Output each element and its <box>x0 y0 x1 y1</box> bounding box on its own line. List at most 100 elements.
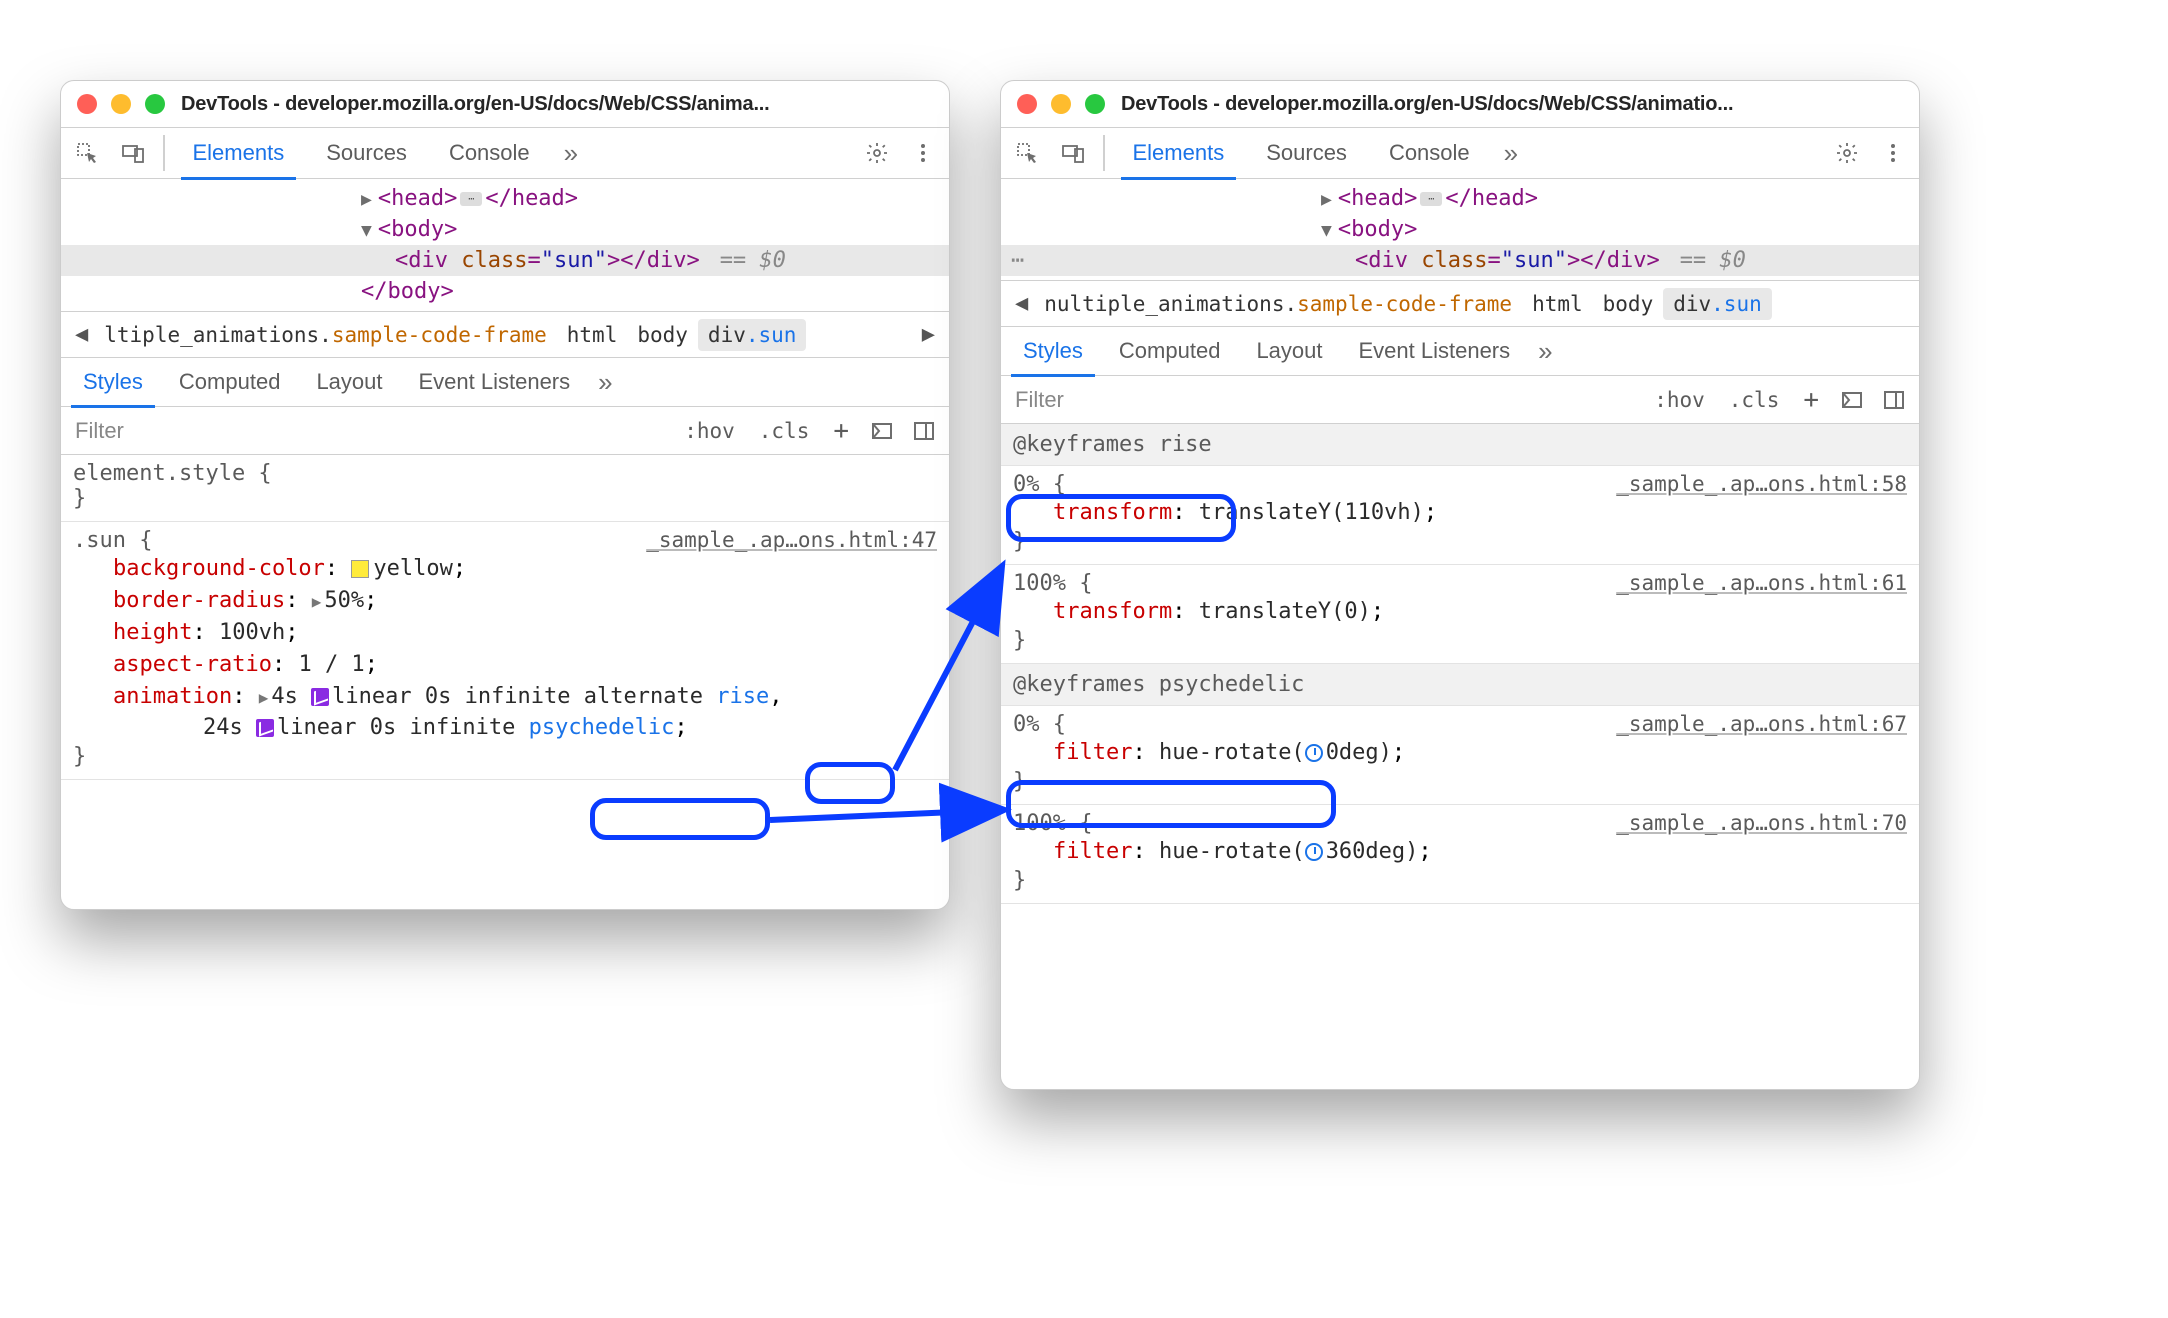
easing-swatch-icon[interactable] <box>311 688 329 706</box>
source-link[interactable]: _sample_.ap…ons.html:47 <box>646 528 937 553</box>
source-link[interactable]: _sample_.ap…ons.html:70 <box>1616 811 1907 836</box>
tab-elements[interactable]: Elements <box>175 128 303 178</box>
breadcrumb: ◀ ltiple_animations.sample-code-frame ht… <box>61 311 949 357</box>
subtab-layout[interactable]: Layout <box>1238 327 1340 375</box>
tabs-overflow-icon[interactable]: » <box>1494 138 1528 169</box>
kf-psy-0[interactable]: 0% {_sample_.ap…ons.html:67 filter: hue-… <box>1001 706 1919 805</box>
easing-swatch-icon[interactable] <box>256 719 274 737</box>
dom-body-open[interactable]: ▼<body> <box>1001 214 1919 245</box>
breadcrumb-prev-icon[interactable]: ◀ <box>1009 291 1034 316</box>
decl-animation[interactable]: animation: ▶4s linear 0s infinite altern… <box>73 681 937 713</box>
subtab-computed[interactable]: Computed <box>1101 327 1239 375</box>
breadcrumb-next-icon[interactable]: ▶ <box>916 322 941 347</box>
kf-psy-100[interactable]: 100% {_sample_.ap…ons.html:70 filter: hu… <box>1001 805 1919 904</box>
breadcrumb-iframe[interactable]: nultiple_animations.sample-code-frame <box>1034 288 1522 320</box>
breadcrumb-div[interactable]: div.sun <box>1663 288 1772 320</box>
inspect-element-icon[interactable] <box>67 133 107 173</box>
subtab-styles[interactable]: Styles <box>1005 327 1101 375</box>
decl-height[interactable]: height: 100vh; <box>73 617 937 649</box>
subtabs-overflow-icon[interactable]: » <box>588 367 622 398</box>
styles-pane[interactable]: element.style { } .sun { _sample_.ap…ons… <box>61 455 949 909</box>
add-rule-icon[interactable]: + <box>827 416 855 446</box>
subtab-computed[interactable]: Computed <box>161 358 299 406</box>
keyframes-link-rise[interactable]: rise <box>716 684 769 709</box>
decl-animation-line2[interactable]: 24s linear 0s infinite psychedelic; <box>73 712 937 744</box>
subtab-layout[interactable]: Layout <box>298 358 400 406</box>
dom-body-open[interactable]: ▼<body> <box>61 214 949 245</box>
breadcrumb-iframe[interactable]: ltiple_animations.sample-code-frame <box>94 319 557 351</box>
decl-border-radius[interactable]: border-radius: ▶50%; <box>73 585 937 617</box>
kf-rise-0[interactable]: 0% {_sample_.ap…ons.html:58 transform: t… <box>1001 466 1919 565</box>
subtab-listeners[interactable]: Event Listeners <box>401 358 589 406</box>
breadcrumb-html[interactable]: html <box>557 319 628 351</box>
cls-toggle[interactable]: .cls <box>753 419 816 443</box>
dom-head-line[interactable]: ▶<head>⋯</head> <box>61 183 949 214</box>
source-link[interactable]: _sample_.ap…ons.html:58 <box>1616 472 1907 497</box>
maximize-icon[interactable] <box>1085 94 1105 114</box>
computed-sidebar-icon[interactable] <box>867 411 897 451</box>
close-icon[interactable] <box>77 94 97 114</box>
cls-toggle[interactable]: .cls <box>1723 388 1786 412</box>
breadcrumb-prev-icon[interactable]: ◀ <box>69 322 94 347</box>
filter-input[interactable] <box>1011 383 1636 417</box>
subtabs-overflow-icon[interactable]: » <box>1528 336 1562 367</box>
tab-console[interactable]: Console <box>431 128 548 178</box>
hov-toggle[interactable]: :hov <box>678 419 741 443</box>
dom-tree[interactable]: ▶<head>⋯</head> ▼<body> ⋯ <div class="su… <box>1001 179 1919 280</box>
dom-selected-div[interactable]: <div class="sun"></div>== $0 <box>61 245 949 276</box>
kebab-menu-icon[interactable] <box>903 133 943 173</box>
keyframes-psychedelic-header[interactable]: @keyframes psychedelic <box>1001 664 1919 706</box>
settings-gear-icon[interactable] <box>857 133 897 173</box>
separator <box>163 135 165 171</box>
sun-rule[interactable]: .sun { _sample_.ap…ons.html:47 backgroun… <box>61 522 949 780</box>
device-toolbar-icon[interactable] <box>1053 133 1093 173</box>
kebab-menu-icon[interactable] <box>1873 133 1913 173</box>
source-link[interactable]: _sample_.ap…ons.html:61 <box>1616 571 1907 596</box>
source-link[interactable]: _sample_.ap…ons.html:67 <box>1616 712 1907 737</box>
dom-body-close[interactable]: </body> <box>61 276 949 307</box>
subtab-styles[interactable]: Styles <box>65 358 161 406</box>
filter-input[interactable] <box>71 414 666 448</box>
tab-elements[interactable]: Elements <box>1115 128 1243 178</box>
angle-swatch-icon[interactable] <box>1305 744 1323 762</box>
tab-sources[interactable]: Sources <box>1248 128 1365 178</box>
keyframes-link-psychedelic[interactable]: psychedelic <box>529 715 675 740</box>
inspect-element-icon[interactable] <box>1007 133 1047 173</box>
hov-toggle[interactable]: :hov <box>1648 388 1711 412</box>
breadcrumb-div[interactable]: div.sun <box>698 319 807 351</box>
breadcrumb-html[interactable]: html <box>1522 288 1593 320</box>
row-actions-icon[interactable]: ⋯ <box>1011 248 1026 273</box>
minimize-icon[interactable] <box>1051 94 1071 114</box>
devtools-window-left: DevTools - developer.mozilla.org/en-US/d… <box>60 80 950 910</box>
dom-head-line[interactable]: ▶<head>⋯</head> <box>1001 183 1919 214</box>
decl-background-color[interactable]: background-color: yellow; <box>73 553 937 585</box>
styles-subtabs: Styles Computed Layout Event Listeners » <box>1001 326 1919 376</box>
add-rule-icon[interactable]: + <box>1797 385 1825 415</box>
color-swatch-icon[interactable] <box>351 560 369 578</box>
toggle-sidebar-icon[interactable] <box>1879 380 1909 420</box>
computed-sidebar-icon[interactable] <box>1837 380 1867 420</box>
settings-gear-icon[interactable] <box>1827 133 1867 173</box>
toggle-sidebar-icon[interactable] <box>909 411 939 451</box>
breadcrumb-body[interactable]: body <box>1593 288 1664 320</box>
devtools-tabbar: Elements Sources Console » <box>61 127 949 179</box>
styles-pane[interactable]: @keyframes rise 0% {_sample_.ap…ons.html… <box>1001 424 1919 1089</box>
tabs-overflow-icon[interactable]: » <box>554 138 588 169</box>
decl-aspect-ratio[interactable]: aspect-ratio: 1 / 1; <box>73 649 937 681</box>
styles-subtabs: Styles Computed Layout Event Listeners » <box>61 357 949 407</box>
device-toolbar-icon[interactable] <box>113 133 153 173</box>
dom-selected-div[interactable]: ⋯ <div class="sun"></div>== $0 <box>1001 245 1919 276</box>
kf-rise-100[interactable]: 100% {_sample_.ap…ons.html:61 transform:… <box>1001 565 1919 664</box>
element-style-rule[interactable]: element.style { } <box>61 455 949 522</box>
tab-console[interactable]: Console <box>1371 128 1488 178</box>
devtools-window-right: DevTools - developer.mozilla.org/en-US/d… <box>1000 80 1920 1090</box>
minimize-icon[interactable] <box>111 94 131 114</box>
keyframes-rise-header[interactable]: @keyframes rise <box>1001 424 1919 466</box>
breadcrumb-body[interactable]: body <box>627 319 698 351</box>
close-icon[interactable] <box>1017 94 1037 114</box>
angle-swatch-icon[interactable] <box>1305 843 1323 861</box>
subtab-listeners[interactable]: Event Listeners <box>1341 327 1529 375</box>
dom-tree[interactable]: ▶<head>⋯</head> ▼<body> <div class="sun"… <box>61 179 949 311</box>
tab-sources[interactable]: Sources <box>308 128 425 178</box>
maximize-icon[interactable] <box>145 94 165 114</box>
